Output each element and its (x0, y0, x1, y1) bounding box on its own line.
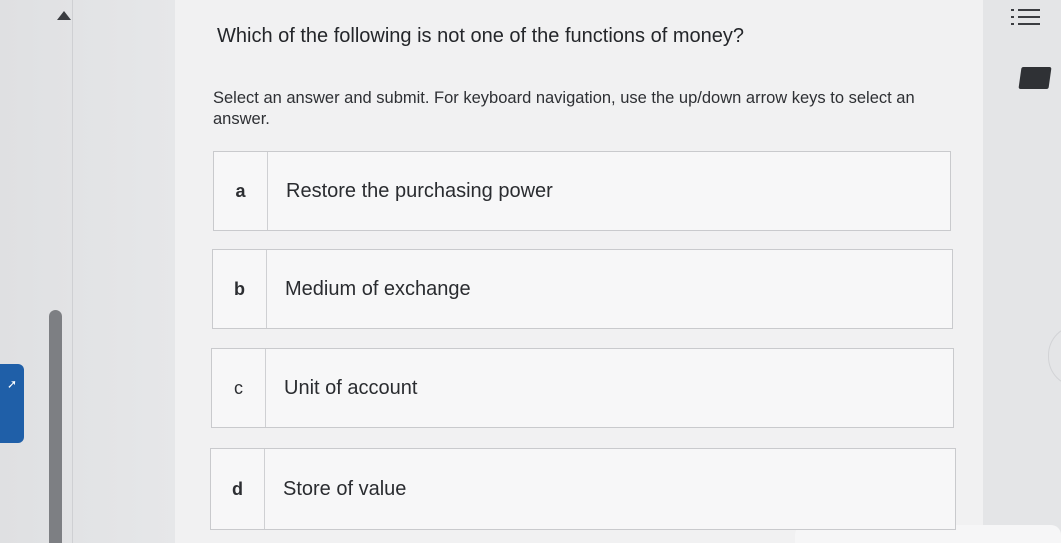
left-gutter (0, 0, 175, 543)
option-letter: a (214, 152, 268, 230)
option-letter: c (212, 349, 266, 427)
question-text: Which of the following is not one of the… (217, 25, 744, 47)
side-expand-tab[interactable]: ➚ (0, 364, 24, 443)
answer-option-a[interactable]: a Restore the purchasing power (213, 151, 951, 231)
option-text: Unit of account (284, 376, 418, 399)
scroll-up-icon[interactable] (57, 11, 71, 20)
answer-option-b[interactable]: b Medium of exchange (212, 249, 953, 329)
option-letter: d (211, 449, 265, 529)
answer-option-c[interactable]: c Unit of account (211, 348, 954, 428)
expand-arrow-icon: ➚ (6, 376, 18, 391)
option-text: Medium of exchange (285, 277, 471, 300)
option-text: Restore the purchasing power (286, 179, 553, 202)
option-text: Store of value (283, 477, 407, 500)
option-letter: b (213, 250, 267, 328)
answer-option-d[interactable]: d Store of value (210, 448, 956, 530)
instructions-text: Select an answer and submit. For keyboar… (213, 89, 915, 128)
left-divider (72, 0, 73, 543)
list-menu-icon[interactable] (1010, 3, 1044, 33)
scrollbar-thumb[interactable] (49, 310, 62, 543)
bookmark-icon[interactable] (1018, 67, 1052, 89)
